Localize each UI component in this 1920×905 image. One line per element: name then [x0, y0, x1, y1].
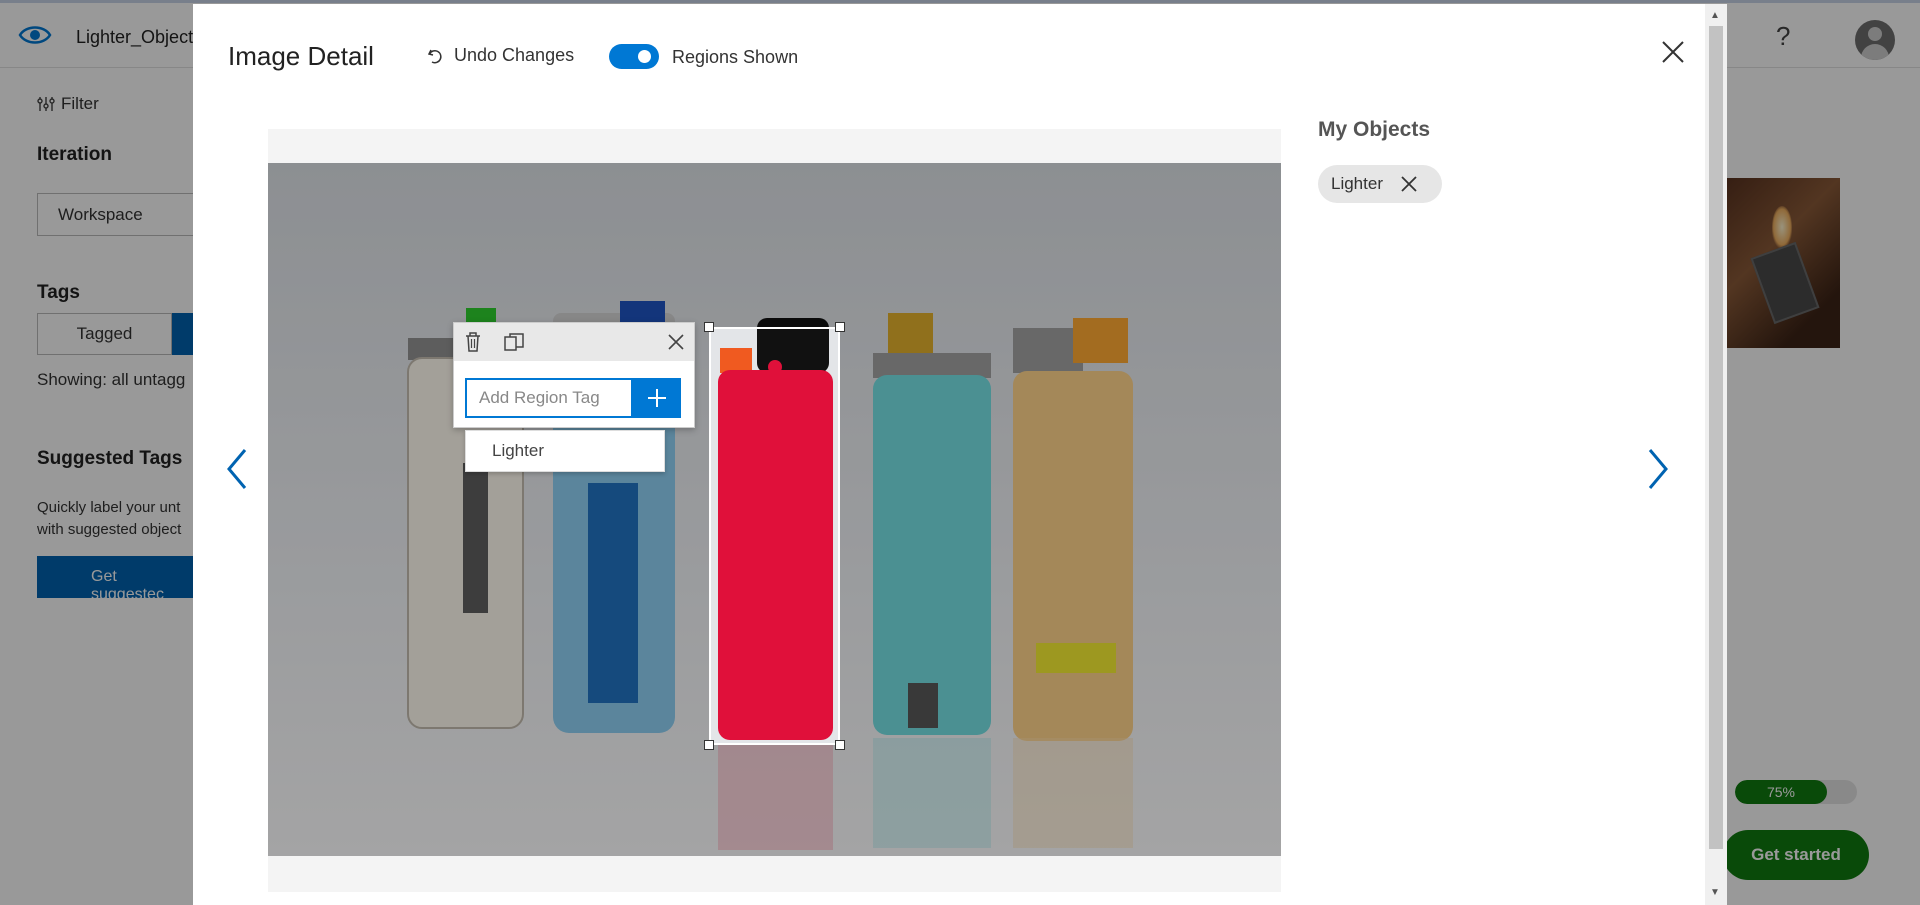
toggle-knob: [638, 50, 651, 63]
close-icon[interactable]: [1399, 174, 1419, 194]
image-detail-dialog: Image Detail Undo Changes Regions Shown: [193, 4, 1727, 905]
scroll-down-arrow[interactable]: ▼: [1710, 887, 1720, 898]
undo-changes-button[interactable]: Undo Changes: [426, 45, 574, 66]
copy-icon[interactable]: [503, 332, 525, 352]
region-handle[interactable]: [835, 322, 845, 332]
scrollbar-thumb[interactable]: [1709, 26, 1723, 849]
region-handle[interactable]: [835, 740, 845, 750]
scrollbar[interactable]: ▲ ▼: [1705, 4, 1727, 905]
object-tag-chip[interactable]: Lighter: [1318, 165, 1442, 203]
object-tag-label: Lighter: [1331, 174, 1383, 193]
my-objects-heading: My Objects: [1318, 118, 1431, 141]
undo-label: Undo Changes: [454, 45, 575, 65]
trash-icon[interactable]: [463, 331, 483, 353]
scroll-up-arrow[interactable]: ▲: [1710, 10, 1720, 21]
region-tag-popup: [453, 322, 695, 428]
tag-suggestion-item[interactable]: Lighter: [465, 430, 665, 472]
plus-icon: [648, 389, 666, 407]
region-handle[interactable]: [704, 322, 714, 332]
dialog-title: Image Detail: [228, 41, 374, 71]
undo-icon: [427, 49, 442, 63]
region-box[interactable]: [709, 327, 840, 745]
regions-toggle-label: Regions Shown: [672, 47, 799, 67]
region-handle[interactable]: [704, 740, 714, 750]
region-tag-input[interactable]: [465, 378, 633, 418]
chevron-right-icon[interactable]: [1644, 444, 1674, 494]
region-popup-toolbar: [454, 323, 694, 361]
regions-toggle[interactable]: [609, 44, 659, 69]
chevron-left-icon[interactable]: [221, 444, 251, 494]
close-icon[interactable]: [1659, 38, 1687, 66]
close-icon[interactable]: [666, 332, 686, 352]
add-tag-button[interactable]: [633, 378, 681, 418]
